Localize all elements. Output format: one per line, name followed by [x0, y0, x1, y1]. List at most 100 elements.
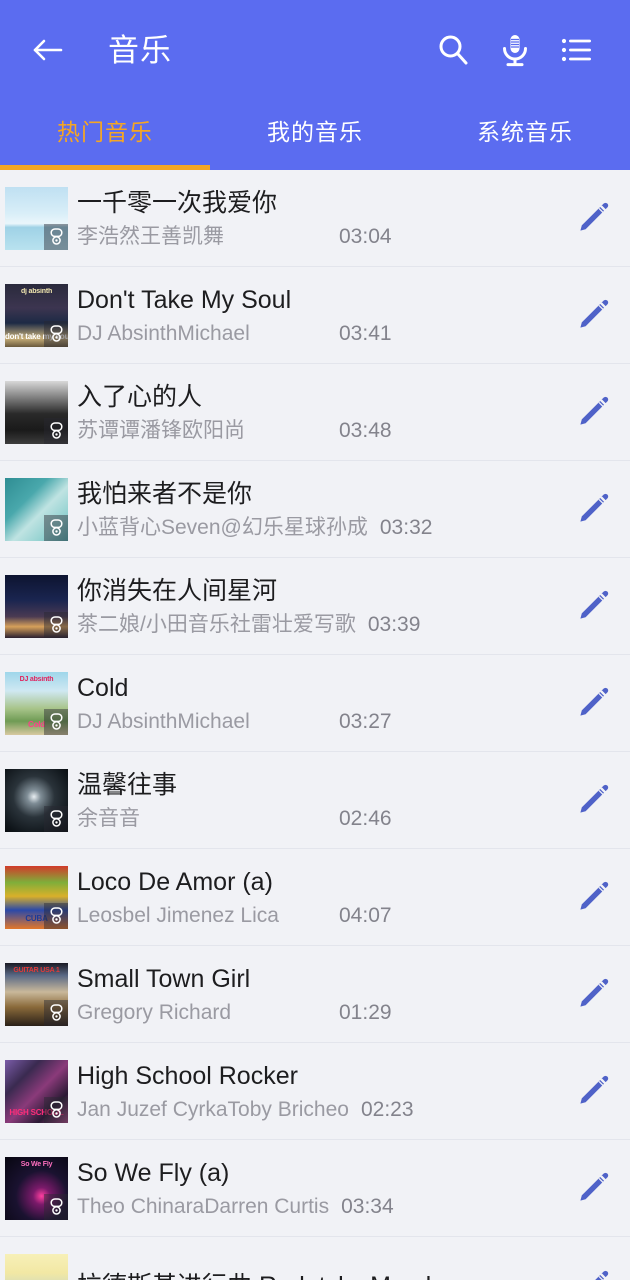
song-subline: DJ AbsinthMichael 03:41: [77, 321, 548, 346]
edit-song-button[interactable]: [556, 170, 630, 267]
album-art: [5, 380, 68, 444]
song-row[interactable]: 一千零一次我爱你 李浩然王善凯舞 03:04: [0, 170, 630, 267]
song-meta: 温馨往事余音音 02:46: [68, 770, 556, 831]
song-row[interactable]: 你消失在人间星河茶二娘/小田音乐社雷壮爱写歌 03:39: [0, 558, 630, 655]
music-screen: 音乐 热门音乐 我的音乐 系统音乐 一千零一次我爱你 李浩然王善凯舞 03:04…: [0, 0, 630, 1280]
song-artist: Leosbel Jimenez Lica: [77, 903, 279, 927]
song-meta: Cold DJ AbsinthMichael 03:27: [68, 673, 556, 734]
song-row[interactable]: 拉德斯基进行曲 Radetsky March: [0, 1237, 630, 1280]
song-artist-wrap: Jan Juzef CyrkaToby Bricheo: [77, 1097, 361, 1122]
album-art-caption: dj absinth: [20, 287, 53, 295]
edit-song-button[interactable]: [556, 1140, 630, 1237]
song-title: So We Fly (a): [77, 1158, 230, 1187]
song-title: Small Town Girl: [77, 964, 251, 993]
song-row[interactable]: 温馨往事余音音 02:46: [0, 752, 630, 849]
speaker-badge-icon: [44, 805, 68, 832]
app-header: 音乐 热门音乐 我的音乐 系统音乐: [0, 0, 630, 170]
tab-my-music[interactable]: 我的音乐: [210, 100, 420, 170]
song-row[interactable]: 我怕来者不是你 小蓝背心Seven@幻乐星球孙成 03:32: [0, 461, 630, 558]
speaker-badge-icon: [44, 223, 68, 250]
album-art: [5, 186, 68, 250]
song-artist: 苏谭谭潘锋欧阳尚: [77, 418, 245, 442]
album-art: HIGH SCHOOL: [5, 1059, 68, 1123]
song-artist: 茶二娘/小田音乐社雷壮爱写歌: [77, 612, 356, 636]
song-duration: 03:41: [339, 321, 392, 345]
song-artist-wrap: 李浩然王善凯舞: [77, 224, 339, 249]
song-duration: 02:23: [360, 1097, 414, 1121]
song-row[interactable]: GUITAR USA 1 Small Town Girl Gregory Richa…: [0, 946, 630, 1043]
song-meta: 我怕来者不是你 小蓝背心Seven@幻乐星球孙成 03:32: [68, 479, 556, 540]
song-artist: 小蓝背心Seven@幻乐星球孙成: [77, 515, 368, 539]
speaker-badge-icon: [44, 514, 68, 541]
song-artist-wrap: Theo ChinaraDarren Curtis: [77, 1194, 341, 1219]
song-row[interactable]: CUBA Loco De Amor (a) Leosbel Jimenez Lica…: [0, 849, 630, 946]
song-artist-wrap: 余音音: [77, 806, 339, 831]
song-artist: Jan Juzef CyrkaToby Bricheo: [77, 1097, 349, 1121]
album-art: DJ absinth Cold: [5, 671, 68, 735]
song-duration: 03:48: [339, 418, 392, 442]
song-row[interactable]: So We Fly So We Fly (a) Theo ChinaraDarren…: [0, 1140, 630, 1237]
song-subline: 李浩然王善凯舞 03:04: [77, 224, 548, 249]
album-art: [5, 477, 68, 541]
song-artist-wrap: 小蓝背心Seven@幻乐星球孙成: [77, 515, 380, 540]
song-subline: 苏谭谭潘锋欧阳尚 03:48: [77, 418, 548, 443]
song-artist-wrap: Gregory Richard: [77, 1000, 339, 1025]
album-art: [5, 1254, 68, 1280]
song-artist-wrap: DJ AbsinthMichael: [77, 709, 339, 734]
tab-bar: 热门音乐 我的音乐 系统音乐: [0, 100, 630, 170]
song-row[interactable]: DJ absinth Cold Cold DJ AbsinthMichael 03:27: [0, 655, 630, 752]
song-subline: 余音音 02:46: [77, 806, 548, 831]
song-subline: Jan Juzef CyrkaToby Bricheo 02:23: [77, 1097, 548, 1122]
song-artist: 余音音: [77, 806, 140, 830]
speaker-badge-icon: [44, 708, 68, 735]
album-art: So We Fly: [5, 1156, 68, 1220]
edit-song-button[interactable]: [556, 752, 630, 849]
song-duration: 03:34: [341, 1194, 394, 1218]
song-duration: 02:46: [339, 806, 392, 830]
edit-song-button[interactable]: [556, 267, 630, 364]
song-duration: 04:07: [339, 903, 392, 927]
album-art-image: [5, 1254, 68, 1280]
album-art: CUBA: [5, 865, 68, 929]
edit-song-button[interactable]: [556, 461, 630, 558]
edit-song-button[interactable]: [556, 849, 630, 946]
album-art: [5, 574, 68, 638]
song-title: 你消失在人间星河: [77, 576, 278, 605]
song-row[interactable]: dj absinth don't take my soul Don't Take M…: [0, 267, 630, 364]
song-row[interactable]: 入了心的人 苏谭谭潘锋欧阳尚 03:48: [0, 364, 630, 461]
song-meta: 你消失在人间星河茶二娘/小田音乐社雷壮爱写歌 03:39: [68, 576, 556, 637]
list-menu-icon[interactable]: [546, 19, 608, 81]
back-button[interactable]: [26, 28, 70, 72]
song-title: 温馨往事: [77, 770, 178, 799]
edit-song-button[interactable]: [556, 558, 630, 655]
song-artist: 李浩然王善凯舞: [77, 224, 224, 248]
song-duration: 03:27: [339, 709, 392, 733]
search-icon[interactable]: [422, 19, 484, 81]
song-title: Don't Take My Soul: [77, 285, 292, 314]
album-art-caption: So We Fly: [20, 1160, 53, 1168]
song-artist: Gregory Richard: [77, 1000, 232, 1024]
song-meta: 一千零一次我爱你 李浩然王善凯舞 03:04: [68, 188, 556, 249]
edit-song-button[interactable]: [556, 946, 630, 1043]
page-title: 音乐: [108, 32, 172, 68]
song-subline: Leosbel Jimenez Lica 04:07: [77, 903, 548, 928]
song-subline: Gregory Richard 01:29: [77, 1000, 548, 1025]
edit-song-button[interactable]: [556, 364, 630, 461]
song-subline: 茶二娘/小田音乐社雷壮爱写歌 03:39: [77, 612, 548, 637]
speaker-badge-icon: [44, 1193, 68, 1220]
tab-hot-music[interactable]: 热门音乐: [0, 100, 210, 170]
album-art-caption: GUITAR USA 1: [13, 966, 60, 974]
song-title: Cold: [77, 673, 129, 702]
edit-song-button[interactable]: [556, 655, 630, 752]
song-artist-wrap: 茶二娘/小田音乐社雷壮爱写歌: [77, 612, 368, 637]
edit-song-button[interactable]: [556, 1237, 630, 1280]
tab-system-music[interactable]: 系统音乐: [420, 100, 630, 170]
song-duration: 03:32: [379, 515, 433, 539]
song-row[interactable]: HIGH SCHOOL High School Rocker Jan Juzef C…: [0, 1043, 630, 1140]
song-meta: 入了心的人 苏谭谭潘锋欧阳尚 03:48: [68, 382, 556, 443]
edit-song-button[interactable]: [556, 1043, 630, 1140]
song-meta: Don't Take My Soul DJ AbsinthMichael 03:41: [68, 285, 556, 346]
speaker-badge-icon: [44, 1096, 68, 1123]
album-art: [5, 768, 68, 832]
microphone-icon[interactable]: [484, 19, 546, 81]
